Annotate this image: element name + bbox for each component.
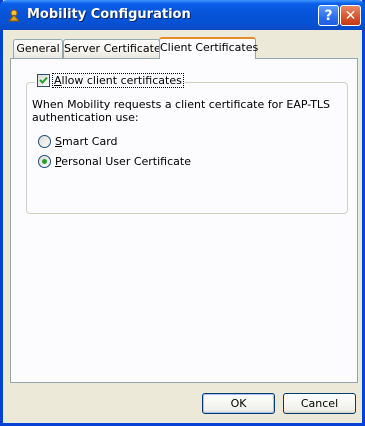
- mobility-app-icon: [7, 8, 21, 22]
- radio-button[interactable]: [38, 155, 51, 168]
- help-icon: ?: [324, 7, 333, 24]
- client-certificates-panel: Allow client certificates When Mobility …: [10, 58, 358, 383]
- tab-label: General: [16, 42, 60, 55]
- eap-tls-description: When Mobility requests a client certific…: [32, 98, 331, 124]
- tab-client-certificates[interactable]: Client Certificates: [159, 37, 259, 59]
- cancel-button[interactable]: Cancel: [283, 393, 356, 414]
- radio-smart-card[interactable]: Smart Card: [38, 135, 118, 148]
- personal-user-certificate-label: Personal User Certificate: [55, 155, 191, 168]
- checkmark-icon: [39, 76, 48, 84]
- allow-client-certificates-label: Allow client certificates: [52, 73, 184, 88]
- tab-label: Client Certificates: [160, 41, 259, 54]
- radio-selected-dot: [42, 159, 47, 164]
- radio-personal-user-certificate[interactable]: Personal User Certificate: [38, 155, 191, 168]
- checkbox-box[interactable]: [37, 74, 50, 87]
- tab-server-certificates[interactable]: Server Certificates: [63, 39, 166, 58]
- allow-client-certificates-checkbox[interactable]: Allow client certificates: [35, 73, 185, 88]
- close-icon: ✕: [344, 7, 357, 24]
- window-title: Mobility Configuration: [27, 7, 191, 22]
- ok-button[interactable]: OK: [202, 393, 275, 414]
- tab-label: Server Certificates: [64, 42, 167, 55]
- help-button[interactable]: ?: [318, 5, 339, 26]
- title-bar[interactable]: Mobility Configuration ? ✕: [0, 0, 365, 30]
- tab-general[interactable]: General: [13, 39, 63, 58]
- smart-card-label: Smart Card: [55, 135, 118, 148]
- close-button[interactable]: ✕: [340, 5, 361, 26]
- radio-button[interactable]: [38, 135, 51, 148]
- dialog-window: Mobility Configuration ? ✕ General Serve…: [0, 0, 365, 426]
